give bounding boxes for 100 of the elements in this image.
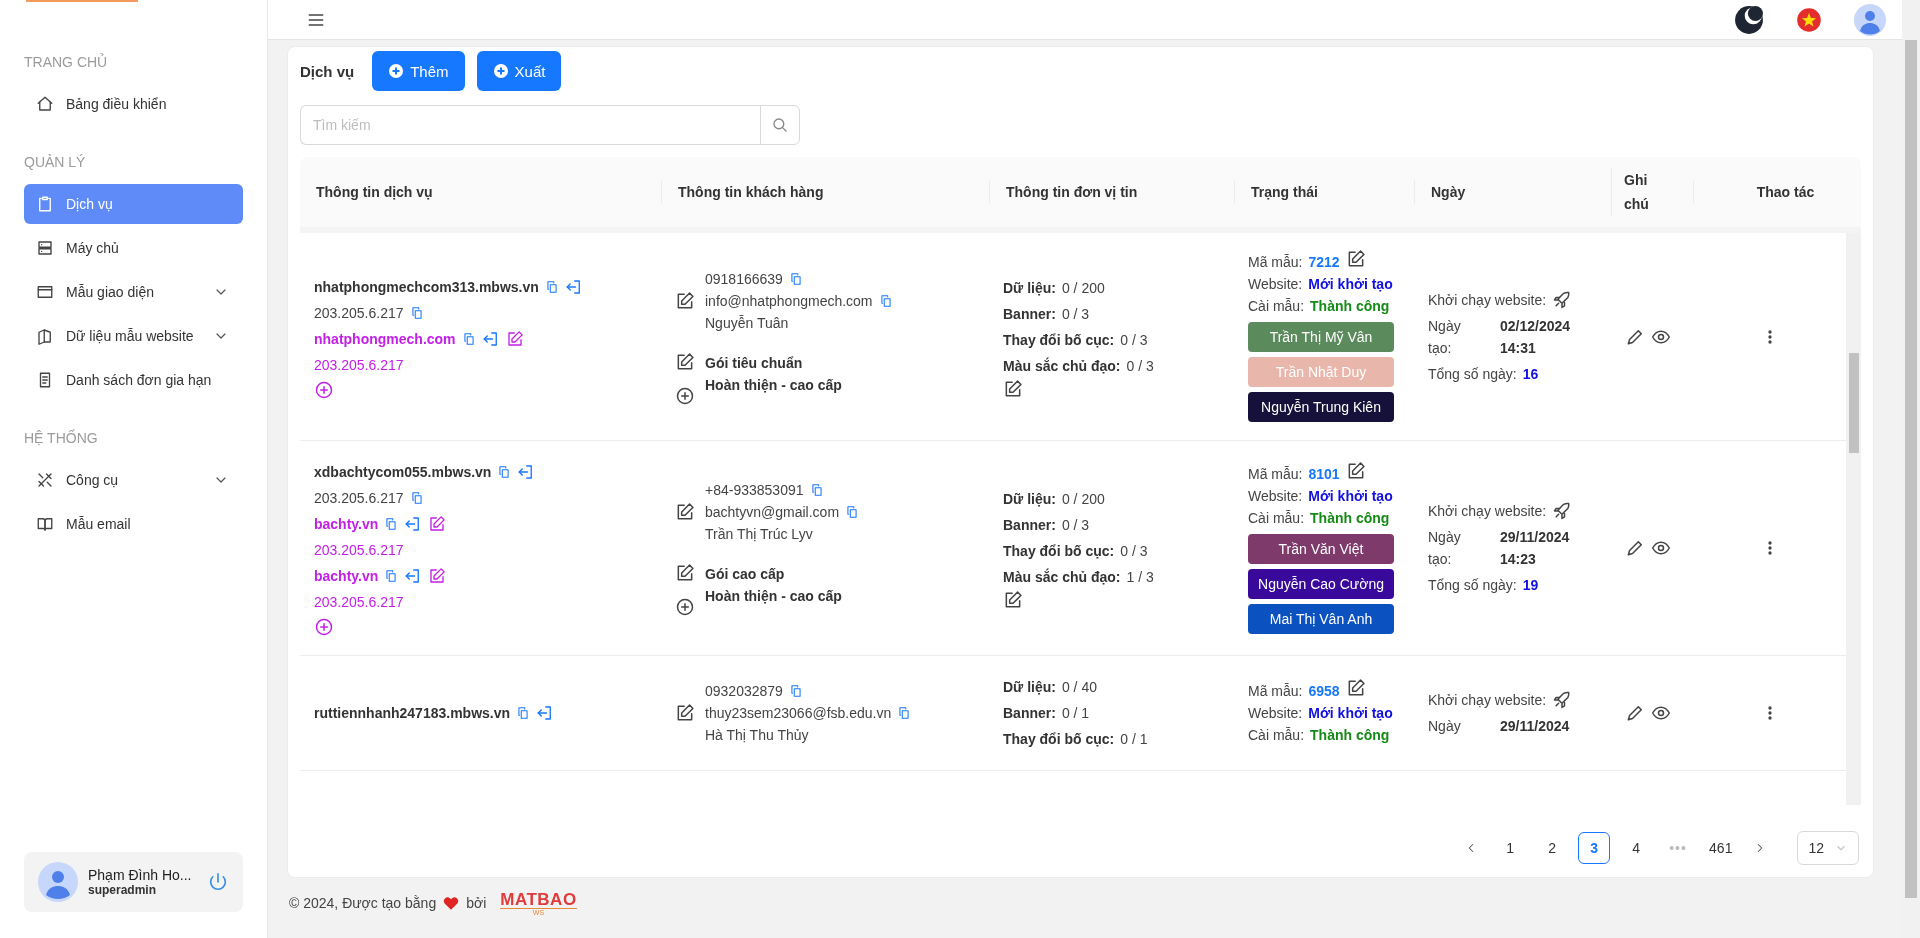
action-button[interactable]: Thêm: [372, 51, 465, 91]
status-label: Cài mẫu:: [1248, 509, 1305, 526]
quota-label: Banner:: [1003, 704, 1056, 723]
plus-circle-icon[interactable]: [675, 597, 695, 617]
assignee-tag[interactable]: Nguyễn Trung Kiên: [1248, 392, 1394, 422]
copy-icon[interactable]: [845, 505, 860, 519]
copy-icon[interactable]: [516, 706, 531, 720]
sidebar-item[interactable]: Máy chủ: [24, 228, 243, 268]
install-status: Thành công: [1310, 298, 1390, 314]
copy-icon[interactable]: [809, 483, 824, 497]
subdomain-link[interactable]: bachty.vn: [314, 516, 379, 532]
page-button[interactable]: 4: [1620, 832, 1653, 864]
page-size-select[interactable]: 12: [1797, 831, 1859, 865]
launch-label: Khởi chạy website:: [1428, 291, 1547, 308]
login-icon[interactable]: [481, 329, 500, 348]
column-header: Thông tin khách hàng: [661, 180, 989, 204]
plus-circle-icon[interactable]: [314, 379, 334, 400]
clipboard-icon: [36, 195, 54, 213]
heart-icon: [442, 894, 461, 912]
quota-label: Màu sắc chủ đạo:: [1003, 567, 1121, 587]
quota-label: Banner:: [1003, 304, 1056, 324]
status-label: Mã mẫu:: [1248, 254, 1303, 270]
column-header: Thông tin đơn vị tin: [989, 180, 1234, 204]
pencil-icon[interactable]: [1625, 703, 1645, 723]
eye-icon[interactable]: [1651, 703, 1671, 723]
server-icon: [36, 239, 54, 257]
assignee-tag[interactable]: Nguyễn Cao Cường: [1248, 568, 1394, 599]
edit-icon[interactable]: [1003, 590, 1023, 610]
created-date: 02/12/2024: [1500, 316, 1571, 336]
assignee-tag[interactable]: Trần Thị Mỹ Vân: [1248, 322, 1394, 352]
assignee-tag[interactable]: Trần Văn Việt: [1248, 533, 1394, 564]
website-status: Mới khởi tạo: [1308, 276, 1393, 292]
quota-value: 0 / 3: [1126, 357, 1154, 374]
quota-label: Banner:: [1003, 516, 1056, 535]
subdomain-link[interactable]: bachty.vn: [314, 568, 379, 584]
pencil-icon[interactable]: [1625, 538, 1645, 558]
action-button[interactable]: Xuất: [476, 51, 562, 91]
copy-icon[interactable]: [897, 706, 912, 720]
template-code[interactable]: 6958: [1308, 683, 1340, 699]
edit-icon[interactable]: [428, 515, 447, 533]
edit-icon[interactable]: [1003, 378, 1023, 399]
sidebar-item[interactable]: Danh sách đơn gia hạn: [24, 360, 243, 400]
copy-icon[interactable]: [878, 293, 893, 308]
quota-label: Thay đổi bố cục:: [1003, 330, 1115, 350]
eye-icon[interactable]: [1651, 538, 1671, 558]
quota-value: 0 / 1: [1061, 705, 1090, 721]
plus-circle-icon[interactable]: [675, 385, 695, 406]
edit-icon[interactable]: [675, 290, 695, 311]
user-role: superadmin: [88, 883, 157, 897]
status-label: Website:: [1248, 487, 1303, 504]
page-button[interactable]: 2: [1536, 832, 1569, 864]
edit-icon[interactable]: [675, 502, 695, 522]
sidebar-item[interactable]: Mẫu email: [24, 504, 243, 544]
copy-icon[interactable]: [409, 305, 424, 320]
install-status: Thành công: [1310, 727, 1390, 743]
edit-icon[interactable]: [505, 329, 524, 348]
edit-icon[interactable]: [675, 563, 695, 583]
subdomain-link[interactable]: nhatphongmech.com: [314, 330, 456, 347]
page-button[interactable]: 461: [1704, 832, 1738, 864]
website-status: Mới khởi tạo: [1308, 705, 1393, 721]
copy-icon[interactable]: [788, 684, 803, 698]
subdomain-ip: 203.205.6.217: [314, 542, 404, 558]
edit-icon[interactable]: [675, 703, 695, 723]
sidebar-section-title: HỆ THỐNG: [24, 430, 99, 446]
power-icon[interactable]: [207, 871, 229, 893]
rocket-icon[interactable]: [1552, 501, 1573, 521]
avatar-icon: [38, 862, 78, 902]
sidebar-item[interactable]: Dữ liệu mẫu website: [24, 316, 243, 356]
edit-icon[interactable]: [675, 351, 695, 372]
login-icon[interactable]: [564, 277, 583, 296]
plus-circle-icon[interactable]: [314, 617, 334, 637]
quota-label: Thay đổi bố cục:: [1003, 730, 1115, 749]
template-code[interactable]: 7212: [1308, 254, 1340, 270]
quota-value: 0 / 40: [1061, 679, 1097, 695]
copy-icon[interactable]: [788, 271, 803, 286]
search-button[interactable]: [760, 105, 800, 145]
copy-icon[interactable]: [497, 465, 512, 479]
copy-icon[interactable]: [544, 279, 559, 294]
copy-icon[interactable]: [384, 569, 399, 583]
assignee-tag[interactable]: Mai Thị Vân Anh: [1248, 603, 1394, 634]
status-label: Cài mẫu:: [1248, 298, 1305, 314]
page-button[interactable]: 3: [1578, 832, 1611, 864]
avatar-icon[interactable]: [1854, 3, 1886, 36]
install-status: Thành công: [1310, 509, 1390, 526]
quota-label: Dữ liệu:: [1003, 678, 1056, 697]
copy-icon[interactable]: [409, 491, 424, 505]
sidebar-item[interactable]: Mẫu giao diện: [24, 272, 243, 312]
edit-icon[interactable]: [428, 567, 447, 585]
template-code[interactable]: 8101: [1308, 465, 1340, 482]
sidebar-item[interactable]: Công cụ: [24, 460, 243, 500]
search-field[interactable]: Tìm kiếm: [300, 105, 760, 145]
page-button[interactable]: 1: [1494, 832, 1527, 864]
copy-icon[interactable]: [384, 517, 399, 531]
copy-icon[interactable]: [461, 331, 476, 346]
scrollbar[interactable]: [1846, 233, 1861, 805]
status-label: Mã mẫu:: [1248, 465, 1303, 482]
sidebar-item[interactable]: Bảng điều khiển: [24, 84, 243, 124]
ip-address: 203.205.6.217: [314, 304, 404, 321]
moon-icon[interactable]: [1734, 4, 1764, 35]
created-date: 29/11/2024: [1500, 717, 1570, 736]
